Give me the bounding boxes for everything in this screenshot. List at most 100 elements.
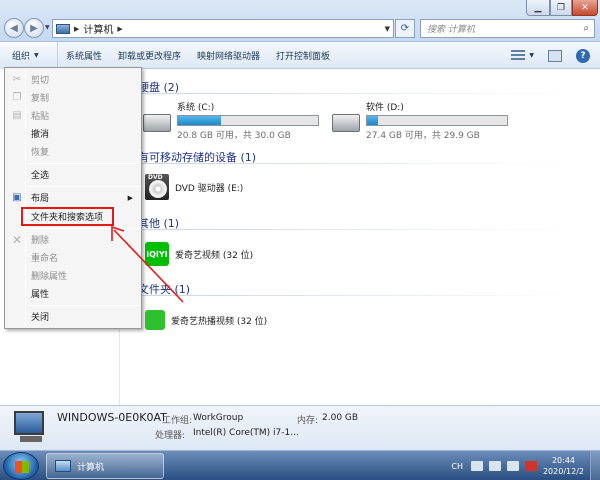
app-label: 爱奇艺视频 (32 位): [175, 250, 254, 261]
taskbar-explorer-button[interactable]: 计算机: [46, 453, 164, 479]
menu-item-close[interactable]: 关闭: [7, 308, 139, 325]
command-bar: 组织 ▼ 系统属性 卸载或更改程序 映射网络驱动器 打开控制面板 ▼ ?: [0, 41, 600, 69]
menu-label: 粘贴: [31, 112, 50, 122]
app-iqiyi-hot[interactable]: 爱奇艺热播视频 (32 位): [145, 310, 267, 330]
menu-label: 剪切: [31, 76, 50, 86]
drive-usage-fill: [178, 116, 222, 125]
start-button[interactable]: [3, 452, 39, 480]
menu-separator: [29, 305, 139, 306]
app-iqiyi[interactable]: iQIYI 爱奇艺视频 (32 位): [145, 242, 253, 266]
menu-separator: [29, 163, 139, 164]
menu-item-copy[interactable]: ❐ 复制: [7, 89, 139, 106]
dvd-drive[interactable]: DVD DVD 驱动器 (E:): [145, 174, 243, 200]
drive-d[interactable]: 软件 (D:) 27.4 GB 可用，共 29.9 GB: [332, 100, 508, 141]
group-divider: [138, 163, 578, 164]
computer-monitor-icon: [14, 411, 44, 435]
preview-pane-icon[interactable]: [548, 49, 562, 62]
chevron-right-icon[interactable]: ▶: [74, 25, 79, 33]
address-dropdown-icon[interactable]: ▼: [385, 25, 390, 33]
menu-item-rename[interactable]: 重命名: [7, 249, 139, 266]
app-label: 爱奇艺热播视频 (32 位): [171, 316, 268, 327]
recent-pages-dropdown[interactable]: ▼: [45, 24, 50, 31]
menu-item-layout[interactable]: ▣ 布局 ▶: [7, 189, 139, 206]
address-bar[interactable]: ▶ 计算机 ▶ ▼: [52, 19, 394, 38]
clock[interactable]: 20:44 2020/12/2: [543, 455, 584, 477]
search-icon[interactable]: ⌕: [583, 23, 589, 34]
paste-icon: ▤: [12, 110, 22, 121]
flag-icon[interactable]: [488, 461, 501, 471]
drive-usage-bar: [366, 115, 508, 126]
organize-button[interactable]: 组织 ▼: [0, 41, 58, 69]
computer-icon: [55, 460, 71, 472]
menu-item-properties[interactable]: 属性: [7, 285, 139, 302]
drive-size: 20.8 GB 可用，共 30.0 GB: [177, 131, 291, 141]
menu-label: 关闭: [31, 313, 50, 323]
submenu-arrow-icon: ▶: [127, 193, 133, 202]
delete-x-icon: ✕: [11, 232, 23, 247]
dvd-drive-icon: DVD: [145, 174, 169, 200]
taskbar: 计算机 CH 20:44 2020/12/2: [0, 450, 600, 480]
hard-drive-icon: [332, 114, 360, 132]
menu-label: 属性: [31, 290, 50, 300]
chevron-down-icon[interactable]: ▼: [529, 52, 534, 59]
drive-usage-bar: [177, 115, 319, 126]
refresh-button[interactable]: ⟳: [395, 19, 415, 38]
keyboard-icon[interactable]: [470, 461, 483, 471]
menu-separator: [29, 186, 139, 187]
forward-arrow-icon: ▶: [30, 22, 38, 34]
menu-item-paste[interactable]: ▤ 粘贴: [7, 107, 139, 124]
forward-button[interactable]: ▶: [24, 18, 44, 38]
menu-item-redo[interactable]: 恢复: [7, 143, 139, 160]
menu-item-cut[interactable]: ✂ 剪切: [7, 71, 139, 88]
menu-label: 撤消: [31, 130, 50, 140]
menu-label: 删除属性: [31, 272, 68, 282]
volume-muted-icon[interactable]: [524, 461, 537, 471]
menu-item-select-all[interactable]: 全选: [7, 166, 139, 183]
copy-icon: ❐: [12, 92, 22, 103]
drive-name: 系统 (C:): [177, 103, 215, 113]
address-bar-area: ◀ ▶ ▼ ▶ 计算机 ▶ ▼ ⟳ 搜索 计算机 ⌕ ▁ ❐ ✕: [0, 0, 600, 42]
map-drive-button[interactable]: 映射网络驱动器: [189, 42, 268, 69]
search-input[interactable]: 搜索 计算机 ⌕: [420, 19, 595, 38]
computer-name: WINDOWS-0E0K0AT: [57, 411, 167, 424]
uninstall-button[interactable]: 卸载或更改程序: [110, 42, 189, 69]
windows-logo-icon: [15, 461, 29, 473]
menu-item-remove-properties[interactable]: 删除属性: [7, 267, 139, 284]
menu-item-undo[interactable]: 撤消: [7, 125, 139, 142]
workgroup-label: 工作组:: [162, 416, 193, 426]
breadcrumb-computer[interactable]: 计算机: [83, 21, 113, 36]
minimize-button[interactable]: ▁: [526, 0, 550, 16]
drive-name: 软件 (D:): [366, 103, 404, 113]
group-divider: [138, 93, 578, 94]
processor-value: Intel(R) Core(TM) i7-1...: [193, 428, 299, 438]
menu-label: 全选: [31, 171, 50, 181]
drive-c[interactable]: 系统 (C:) 20.8 GB 可用，共 30.0 GB: [143, 100, 319, 141]
close-button[interactable]: ✕: [572, 0, 598, 16]
taskbar-label: 计算机: [77, 462, 105, 473]
monitor-stand: [20, 436, 42, 442]
restore-button[interactable]: ❐: [550, 0, 572, 16]
chevron-down-icon: ▼: [34, 51, 39, 59]
chevron-right-icon[interactable]: ▶: [117, 25, 122, 33]
system-properties-button[interactable]: 系统属性: [58, 42, 110, 69]
back-arrow-icon: ◀: [10, 22, 18, 34]
menu-item-delete[interactable]: ✕ 删除: [7, 231, 139, 248]
annotation-highlight-box: [21, 207, 114, 226]
system-tray: CH 20:44 2020/12/2: [451, 451, 600, 480]
help-icon[interactable]: ?: [576, 48, 590, 63]
menu-separator: [29, 228, 139, 229]
computer-icon: [56, 23, 70, 34]
language-indicator[interactable]: CH: [451, 462, 463, 471]
network-status-icon[interactable]: [506, 461, 519, 471]
iqiyi-icon: iQIYI: [145, 242, 169, 266]
back-button[interactable]: ◀: [4, 18, 24, 38]
clock-date: 2020/12/2: [542, 467, 584, 476]
drive-size: 27.4 GB 可用，共 29.9 GB: [366, 131, 480, 141]
organize-label: 组织: [12, 51, 31, 62]
dvd-drive-label: DVD 驱动器 (E:): [175, 183, 244, 194]
memory-label: 内存:: [297, 416, 319, 426]
control-panel-button[interactable]: 打开控制面板: [268, 42, 338, 69]
show-desktop-button[interactable]: [590, 451, 600, 480]
layout-icon: ▣: [12, 192, 22, 203]
view-options-icon[interactable]: [511, 49, 526, 62]
